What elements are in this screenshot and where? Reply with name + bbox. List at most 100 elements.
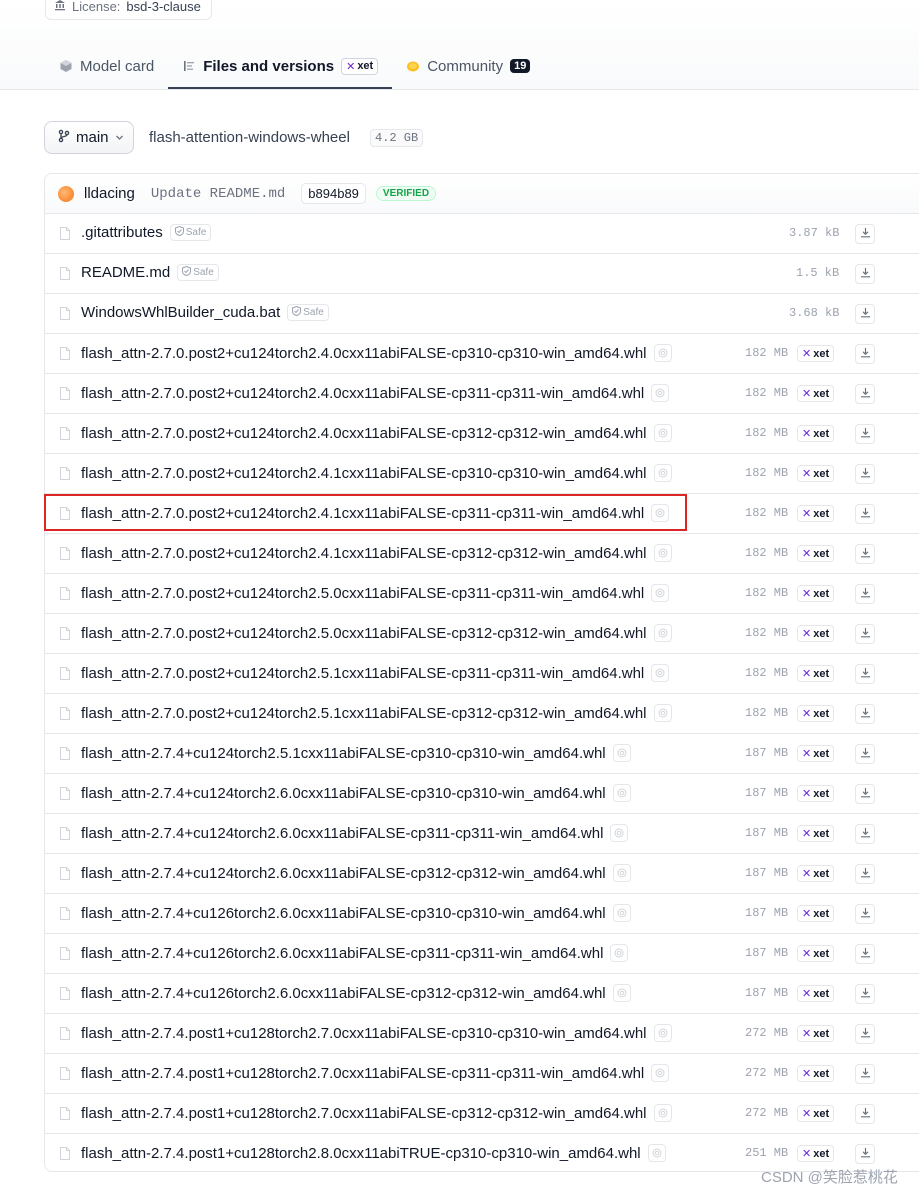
commit-hash[interactable]: b894b89 xyxy=(301,183,366,204)
security-scan-icon[interactable] xyxy=(653,1024,672,1042)
file-name-link[interactable]: flash_attn-2.7.4+cu124torch2.6.0cxx11abi… xyxy=(81,784,631,802)
file-name-link[interactable]: flash_attn-2.7.0.post2+cu124torch2.4.0cx… xyxy=(81,424,672,442)
security-scan-icon[interactable] xyxy=(612,984,631,1002)
download-button[interactable] xyxy=(855,664,875,684)
security-scan-icon[interactable] xyxy=(647,1144,666,1162)
download-button[interactable] xyxy=(855,384,875,404)
security-scan-icon[interactable] xyxy=(653,424,672,442)
file-name-link[interactable]: flash_attn-2.7.4.post1+cu128torch2.7.0cx… xyxy=(81,1104,672,1122)
security-scan-icon[interactable] xyxy=(612,784,631,802)
download-button[interactable] xyxy=(855,744,875,764)
download-button[interactable] xyxy=(855,504,875,524)
security-scan-icon[interactable] xyxy=(653,704,672,722)
security-scan-icon[interactable] xyxy=(651,384,670,402)
file-name[interactable]: flash_attn-2.7.4+cu124torch2.6.0cxx11abi… xyxy=(81,785,606,802)
download-button[interactable] xyxy=(855,1104,875,1124)
tab-files-and-versions[interactable]: Files and versions ✕ xet xyxy=(168,44,393,89)
file-name-link[interactable]: README.md Safe xyxy=(81,264,219,281)
file-name[interactable]: README.md xyxy=(81,264,170,281)
commit-author[interactable]: lldacing xyxy=(84,185,135,202)
file-name[interactable]: flash_attn-2.7.4.post1+cu128torch2.7.0cx… xyxy=(81,1025,647,1042)
file-name-link[interactable]: flash_attn-2.7.4+cu124torch2.6.0cxx11abi… xyxy=(81,824,629,842)
file-name[interactable]: flash_attn-2.7.0.post2+cu124torch2.4.0cx… xyxy=(81,385,644,402)
file-name-link[interactable]: flash_attn-2.7.0.post2+cu124torch2.5.0cx… xyxy=(81,584,670,602)
file-name[interactable]: flash_attn-2.7.4+cu126torch2.6.0cxx11abi… xyxy=(81,945,603,962)
file-name-link[interactable]: flash_attn-2.7.4.post1+cu128torch2.7.0cx… xyxy=(81,1024,672,1042)
repo-name[interactable]: flash-attention-windows-wheel xyxy=(149,129,350,146)
security-scan-icon[interactable] xyxy=(651,664,670,682)
file-name[interactable]: flash_attn-2.7.4.post1+cu128torch2.8.0cx… xyxy=(81,1145,641,1162)
tab-community[interactable]: Community 19 xyxy=(392,44,544,88)
security-scan-icon[interactable] xyxy=(651,504,670,522)
security-scan-icon[interactable] xyxy=(653,1104,672,1122)
file-name[interactable]: flash_attn-2.7.0.post2+cu124torch2.4.1cx… xyxy=(81,465,647,482)
download-button[interactable] xyxy=(855,344,875,364)
download-button[interactable] xyxy=(855,824,875,844)
file-name-link[interactable]: flash_attn-2.7.4+cu126torch2.6.0cxx11abi… xyxy=(81,944,629,962)
download-button[interactable] xyxy=(855,704,875,724)
file-name-link[interactable]: flash_attn-2.7.0.post2+cu124torch2.4.1cx… xyxy=(81,464,672,482)
file-name[interactable]: flash_attn-2.7.0.post2+cu124torch2.5.1cx… xyxy=(81,665,644,682)
download-button[interactable] xyxy=(855,944,875,964)
commit-message[interactable]: Update README.md xyxy=(151,186,285,202)
security-scan-icon[interactable] xyxy=(610,944,629,962)
tab-model-card[interactable]: Model card xyxy=(45,44,168,88)
file-name-link[interactable]: flash_attn-2.7.4+cu126torch2.6.0cxx11abi… xyxy=(81,904,631,922)
file-name-link[interactable]: flash_attn-2.7.4+cu126torch2.6.0cxx11abi… xyxy=(81,984,631,1002)
license-chip[interactable]: License: bsd-3-clause xyxy=(45,0,212,20)
download-button[interactable] xyxy=(855,304,875,324)
file-name-link[interactable]: flash_attn-2.7.0.post2+cu124torch2.4.1cx… xyxy=(81,544,672,562)
download-button[interactable] xyxy=(855,464,875,484)
download-button[interactable] xyxy=(855,264,875,284)
file-name[interactable]: flash_attn-2.7.4.post1+cu128torch2.7.0cx… xyxy=(81,1065,644,1082)
file-name-link[interactable]: flash_attn-2.7.4.post1+cu128torch2.7.0cx… xyxy=(81,1064,670,1082)
file-name-link[interactable]: flash_attn-2.7.0.post2+cu124torch2.4.0cx… xyxy=(81,344,672,362)
file-name-link[interactable]: flash_attn-2.7.4+cu124torch2.5.1cxx11abi… xyxy=(81,744,631,762)
file-name[interactable]: flash_attn-2.7.0.post2+cu124torch2.5.0cx… xyxy=(81,585,644,602)
file-name[interactable]: flash_attn-2.7.0.post2+cu124torch2.4.1cx… xyxy=(81,505,644,522)
file-name[interactable]: flash_attn-2.7.4+cu126torch2.6.0cxx11abi… xyxy=(81,905,606,922)
file-name-link[interactable]: WindowsWhlBuilder_cuda.bat Safe xyxy=(81,304,329,321)
file-name-link[interactable]: flash_attn-2.7.4.post1+cu128torch2.8.0cx… xyxy=(81,1144,666,1162)
file-name[interactable]: flash_attn-2.7.0.post2+cu124torch2.4.0cx… xyxy=(81,345,647,362)
file-name[interactable]: WindowsWhlBuilder_cuda.bat xyxy=(81,304,280,321)
file-name-link[interactable]: flash_attn-2.7.4+cu124torch2.6.0cxx11abi… xyxy=(81,864,631,882)
download-button[interactable] xyxy=(855,1064,875,1084)
file-name-link[interactable]: flash_attn-2.7.0.post2+cu124torch2.5.1cx… xyxy=(81,664,670,682)
file-name[interactable]: flash_attn-2.7.0.post2+cu124torch2.4.1cx… xyxy=(81,545,647,562)
download-button[interactable] xyxy=(855,224,875,244)
download-button[interactable] xyxy=(855,1144,875,1164)
security-scan-icon[interactable] xyxy=(653,464,672,482)
file-name-link[interactable]: .gitattributes Safe xyxy=(81,224,212,241)
security-scan-icon[interactable] xyxy=(651,1064,670,1082)
download-button[interactable] xyxy=(855,624,875,644)
security-scan-icon[interactable] xyxy=(612,864,631,882)
security-scan-icon[interactable] xyxy=(612,904,631,922)
file-name[interactable]: .gitattributes xyxy=(81,224,163,241)
file-name-link[interactable]: flash_attn-2.7.0.post2+cu124torch2.5.0cx… xyxy=(81,624,672,642)
download-button[interactable] xyxy=(855,424,875,444)
branch-selector[interactable]: main xyxy=(44,121,134,154)
file-name-link[interactable]: flash_attn-2.7.0.post2+cu124torch2.5.1cx… xyxy=(81,704,672,722)
file-name[interactable]: flash_attn-2.7.0.post2+cu124torch2.5.1cx… xyxy=(81,705,647,722)
download-button[interactable] xyxy=(855,784,875,804)
download-button[interactable] xyxy=(855,1024,875,1044)
file-name[interactable]: flash_attn-2.7.0.post2+cu124torch2.4.0cx… xyxy=(81,425,647,442)
security-scan-icon[interactable] xyxy=(653,624,672,642)
file-name[interactable]: flash_attn-2.7.4+cu124torch2.6.0cxx11abi… xyxy=(81,825,603,842)
download-button[interactable] xyxy=(855,904,875,924)
security-scan-icon[interactable] xyxy=(651,584,670,602)
file-name[interactable]: flash_attn-2.7.4.post1+cu128torch2.7.0cx… xyxy=(81,1105,647,1122)
file-name[interactable]: flash_attn-2.7.4+cu124torch2.6.0cxx11abi… xyxy=(81,865,606,882)
security-scan-icon[interactable] xyxy=(653,344,672,362)
download-button[interactable] xyxy=(855,984,875,1004)
security-scan-icon[interactable] xyxy=(653,544,672,562)
file-name[interactable]: flash_attn-2.7.4+cu126torch2.6.0cxx11abi… xyxy=(81,985,606,1002)
download-button[interactable] xyxy=(855,864,875,884)
file-name[interactable]: flash_attn-2.7.4+cu124torch2.5.1cxx11abi… xyxy=(81,745,606,762)
security-scan-icon[interactable] xyxy=(612,744,631,762)
download-button[interactable] xyxy=(855,584,875,604)
avatar[interactable] xyxy=(58,185,74,202)
file-name[interactable]: flash_attn-2.7.0.post2+cu124torch2.5.0cx… xyxy=(81,625,647,642)
security-scan-icon[interactable] xyxy=(610,824,629,842)
